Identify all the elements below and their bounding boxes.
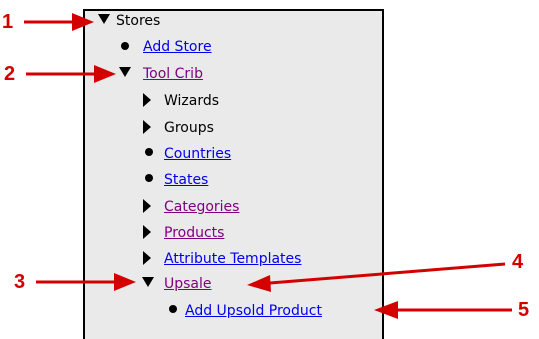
- annotation-arrows: [24, 13, 512, 319]
- callout-arrowhead-2: [94, 65, 116, 83]
- callout-number-3: 3: [14, 271, 26, 293]
- callout-arrowhead-1: [72, 13, 94, 31]
- callout-arrow-4: [269, 262, 506, 285]
- callout-number-2: 2: [4, 63, 16, 85]
- callout-number-5: 5: [518, 299, 530, 321]
- callout-number-1: 1: [2, 11, 14, 33]
- callout-arrowhead-3: [114, 273, 136, 291]
- callout-arrowhead-5: [374, 301, 398, 319]
- callout-number-4: 4: [512, 251, 524, 273]
- callout-arrowhead-4: [247, 275, 271, 292]
